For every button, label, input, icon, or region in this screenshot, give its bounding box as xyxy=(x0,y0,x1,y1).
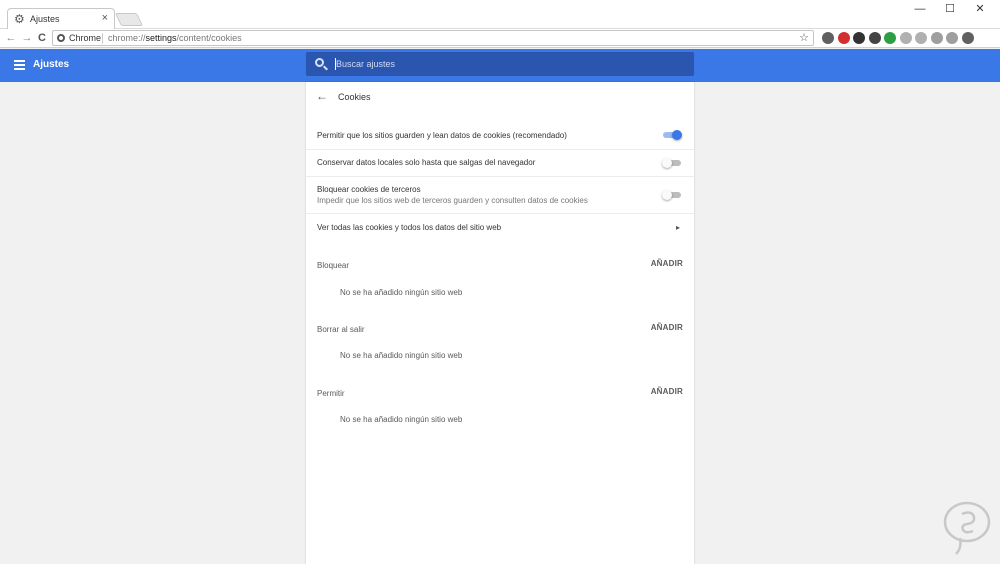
add-allow-button[interactable]: AÑADIR xyxy=(651,387,683,396)
block-third-party-toggle[interactable] xyxy=(662,189,682,201)
minimize-button[interactable]: — xyxy=(906,0,934,20)
back-arrow-icon[interactable]: ← xyxy=(316,90,328,102)
watermark-logo xyxy=(943,501,991,555)
url-text: chrome://settings/content/cookies xyxy=(108,33,242,43)
allow-cookies-toggle[interactable] xyxy=(662,129,682,141)
empty-list-message: No se ha añadido ningún sitio web xyxy=(340,288,463,297)
setting-description: Impedir que los sitios web de terceros g… xyxy=(317,196,588,205)
setting-label: Bloquear cookies de terceros xyxy=(317,185,421,194)
back-button[interactable]: ← xyxy=(4,31,18,45)
reload-button[interactable]: C xyxy=(35,31,49,45)
gear-icon: ⚙ xyxy=(14,12,25,26)
tab-title: Ajustes xyxy=(30,14,60,24)
section-heading: Cookies xyxy=(338,92,371,102)
search-input[interactable]: Buscar ajustes xyxy=(306,52,694,76)
address-bar[interactable]: Chrome chrome://settings/content/cookies… xyxy=(52,30,814,46)
extension-icon[interactable] xyxy=(930,32,943,44)
keep-local-data-toggle[interactable] xyxy=(662,157,682,169)
chevron-right-icon: ▸ xyxy=(675,223,680,232)
hamburger-menu-icon[interactable] xyxy=(14,60,25,70)
setting-row-allow-cookies[interactable]: Permitir que los sitios guarden y lean d… xyxy=(306,122,694,150)
section-title-clear-on-exit: Borrar al salir xyxy=(317,325,365,334)
search-placeholder: Buscar ajustes xyxy=(336,59,396,69)
setting-row-view-all-cookies[interactable]: Ver todas las cookies y todos los datos … xyxy=(306,214,694,242)
setting-label: Permitir que los sitios guarden y lean d… xyxy=(317,131,567,140)
section-title-allow: Permitir xyxy=(317,389,345,398)
extension-icon[interactable] xyxy=(915,32,927,44)
extension-icon[interactable] xyxy=(946,32,958,44)
page-title: Ajustes xyxy=(33,59,70,70)
cookies-card: ← Cookies Permitir que los sitios guarde… xyxy=(306,82,694,564)
browser-toolbar: ← → C Chrome chrome://settings/content/c… xyxy=(0,29,1000,48)
tab-close-icon[interactable]: × xyxy=(102,12,108,24)
maximize-button[interactable]: ☐ xyxy=(936,0,964,20)
setting-row-block-third-party[interactable]: Bloquear cookies de terceros Impedir que… xyxy=(306,177,694,214)
close-window-button[interactable]: ✕ xyxy=(966,0,994,20)
new-tab-button[interactable] xyxy=(114,13,144,26)
bookmark-star-icon[interactable]: ☆ xyxy=(799,31,809,45)
extension-icon[interactable] xyxy=(899,32,912,44)
extension-icon[interactable] xyxy=(837,32,850,44)
omnibox-divider xyxy=(102,33,103,44)
add-clear-on-exit-button[interactable]: AÑADIR xyxy=(651,323,683,332)
extension-icon[interactable] xyxy=(853,32,865,44)
card-header: ← Cookies xyxy=(306,82,694,112)
add-block-button[interactable]: AÑADIR xyxy=(651,259,683,268)
search-icon xyxy=(315,58,324,67)
extension-icon[interactable] xyxy=(884,32,896,44)
empty-list-message: No se ha añadido ningún sitio web xyxy=(340,351,463,360)
extension-icon[interactable] xyxy=(868,32,881,44)
section-title-block: Bloquear xyxy=(317,261,350,270)
scheme-label: Chrome xyxy=(69,33,102,43)
setting-label: Conservar datos locales solo hasta que s… xyxy=(317,158,536,167)
forward-button[interactable]: → xyxy=(20,31,34,45)
setting-row-keep-local-data[interactable]: Conservar datos locales solo hasta que s… xyxy=(306,150,694,177)
extension-icon[interactable] xyxy=(961,32,974,44)
chrome-page-icon xyxy=(57,34,65,42)
setting-label: Ver todas las cookies y todos los datos … xyxy=(317,223,502,232)
empty-list-message: No se ha añadido ningún sitio web xyxy=(340,415,463,424)
title-bar: ⚙ Ajustes × — ☐ ✕ xyxy=(0,0,1000,30)
tab-settings[interactable]: ⚙ Ajustes × xyxy=(7,8,115,30)
extension-icon[interactable] xyxy=(822,32,834,44)
settings-header: Ajustes Buscar ajustes xyxy=(0,49,1000,82)
